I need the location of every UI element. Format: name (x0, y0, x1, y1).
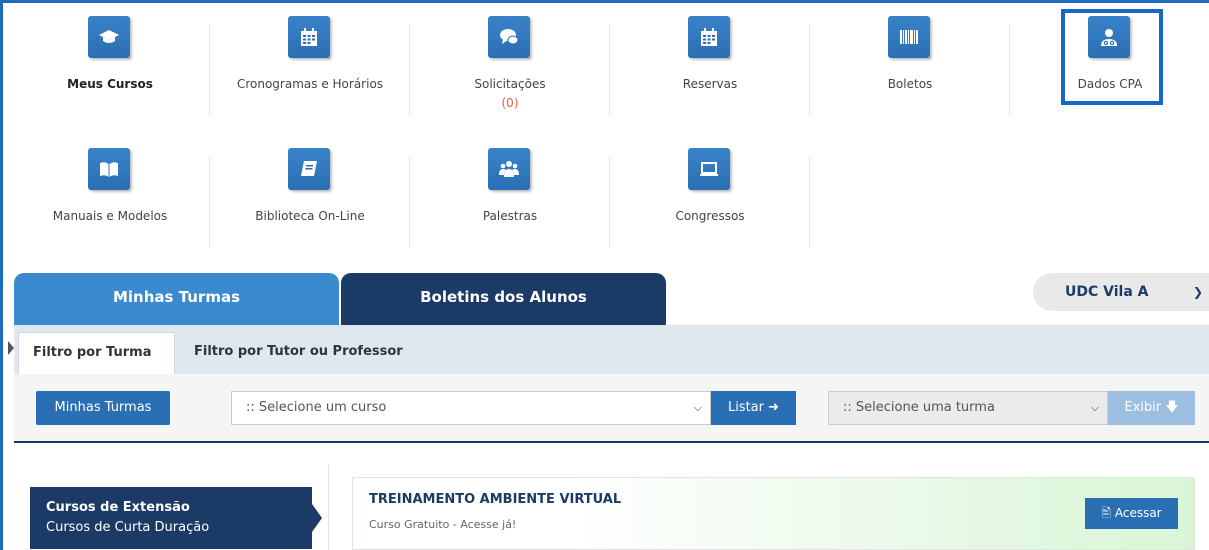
shortcut-biblioteca[interactable]: Biblioteca On-Line (210, 142, 410, 262)
acessar-button[interactable]: 🖹 Acessar (1085, 498, 1178, 529)
document-icon: 🖹 (1101, 506, 1112, 520)
shortcut-reservas[interactable]: Reservas (610, 10, 810, 130)
users-icon (488, 148, 530, 190)
shortcut-label: Cronogramas e Horários (236, 77, 384, 91)
category-title: Cursos de Extensão (46, 500, 190, 515)
laptop-icon (688, 148, 730, 190)
shortcut-manuais[interactable]: Manuais e Modelos (10, 142, 210, 262)
chevron-down-icon: ⌵ (693, 401, 702, 414)
shortcut-label: Boletos (887, 77, 933, 91)
caret-right-icon (8, 341, 14, 355)
shortcut-label: Meus Cursos (67, 77, 153, 91)
filter-tabs: Filtro por Turma Filtro por Tutor ou Pro… (8, 326, 1209, 374)
shortcut-solicitacoes[interactable]: Solicitações (0) (410, 10, 610, 130)
open-book-icon (88, 148, 130, 190)
highlight-frame-top (0, 0, 1209, 3)
solicitacoes-count: (0) (501, 96, 519, 110)
exibir-label: Exibir (1124, 400, 1162, 415)
listar-label: Listar (727, 400, 764, 415)
shortcut-label: Biblioteca On-Line (255, 209, 365, 223)
tab-boletins-dos-alunos[interactable]: Boletins dos Alunos (341, 273, 666, 325)
exibir-button[interactable]: Exibir 🡇 (1108, 391, 1195, 425)
shortcut-palestras[interactable]: Palestras (410, 142, 610, 262)
shortcut-label: Manuais e Modelos (52, 209, 168, 223)
course-title: TREINAMENTO AMBIENTE VIRTUAL (369, 492, 622, 507)
course-subtitle: Curso Gratuito - Acesse já! (369, 518, 517, 531)
shortcut-boletos[interactable]: Boletos (810, 10, 1010, 130)
shortcut-label: Reservas (682, 77, 738, 91)
curso-select-value: :: Selecione um curso (246, 400, 387, 415)
dados-cpa-highlight (1061, 9, 1163, 105)
arrow-down-icon: 🡇 (1165, 400, 1179, 415)
tab-filtro-por-turma[interactable]: Filtro por Turma (18, 332, 175, 374)
chevron-down-icon: ❯ (1192, 285, 1203, 299)
chat-bubbles-icon (488, 16, 530, 58)
course-list-area: Cursos de Extensão Cursos de Curta Duraç… (14, 443, 1209, 550)
tab-filtro-por-tutor[interactable]: Filtro por Tutor ou Professor (176, 332, 421, 374)
shortcut-label: Palestras (482, 209, 538, 223)
curso-select[interactable]: :: Selecione um curso ⌵ (231, 391, 711, 425)
category-cursos-de-extensao[interactable]: Cursos de Extensão Cursos de Curta Duraç… (30, 487, 322, 549)
shortcut-meus-cursos[interactable]: Meus Cursos (10, 10, 210, 130)
turma-select[interactable]: :: Selecione uma turma ⌵ (828, 391, 1108, 425)
pointer-arrow (312, 504, 322, 532)
acessar-label: Acessar (1114, 506, 1162, 520)
highlight-frame-left (0, 0, 3, 550)
tab-minhas-turmas[interactable]: Minhas Turmas (14, 273, 339, 325)
shortcut-label: Solicitações (474, 77, 546, 91)
unit-selector[interactable]: UDC Vila A ❯ (1033, 273, 1209, 311)
category-subtitle: Cursos de Curta Duração (46, 520, 210, 535)
divider (328, 465, 329, 550)
unit-selector-value: UDC Vila A (1065, 284, 1149, 300)
book-icon (288, 148, 330, 190)
minhas-turmas-button[interactable]: Minhas Turmas (36, 391, 170, 425)
listar-button[interactable]: Listar ➜ (711, 391, 796, 425)
arrow-right-icon: ➜ (768, 400, 780, 415)
turmas-panel: Filtro por Turma Filtro por Tutor ou Pro… (8, 325, 1209, 550)
barcode-icon (888, 16, 930, 58)
shortcut-cronogramas[interactable]: Cronogramas e Horários (210, 10, 410, 130)
calendar-icon (688, 16, 730, 58)
calendar-icon (288, 16, 330, 58)
course-card: TREINAMENTO AMBIENTE VIRTUAL Curso Gratu… (352, 477, 1195, 550)
turma-select-value: :: Selecione uma turma (843, 400, 995, 415)
chevron-down-icon: ⌵ (1090, 401, 1099, 414)
graduation-cap-icon (88, 16, 130, 58)
shortcut-congressos[interactable]: Congressos (610, 142, 810, 262)
shortcut-label: Congressos (675, 209, 745, 223)
